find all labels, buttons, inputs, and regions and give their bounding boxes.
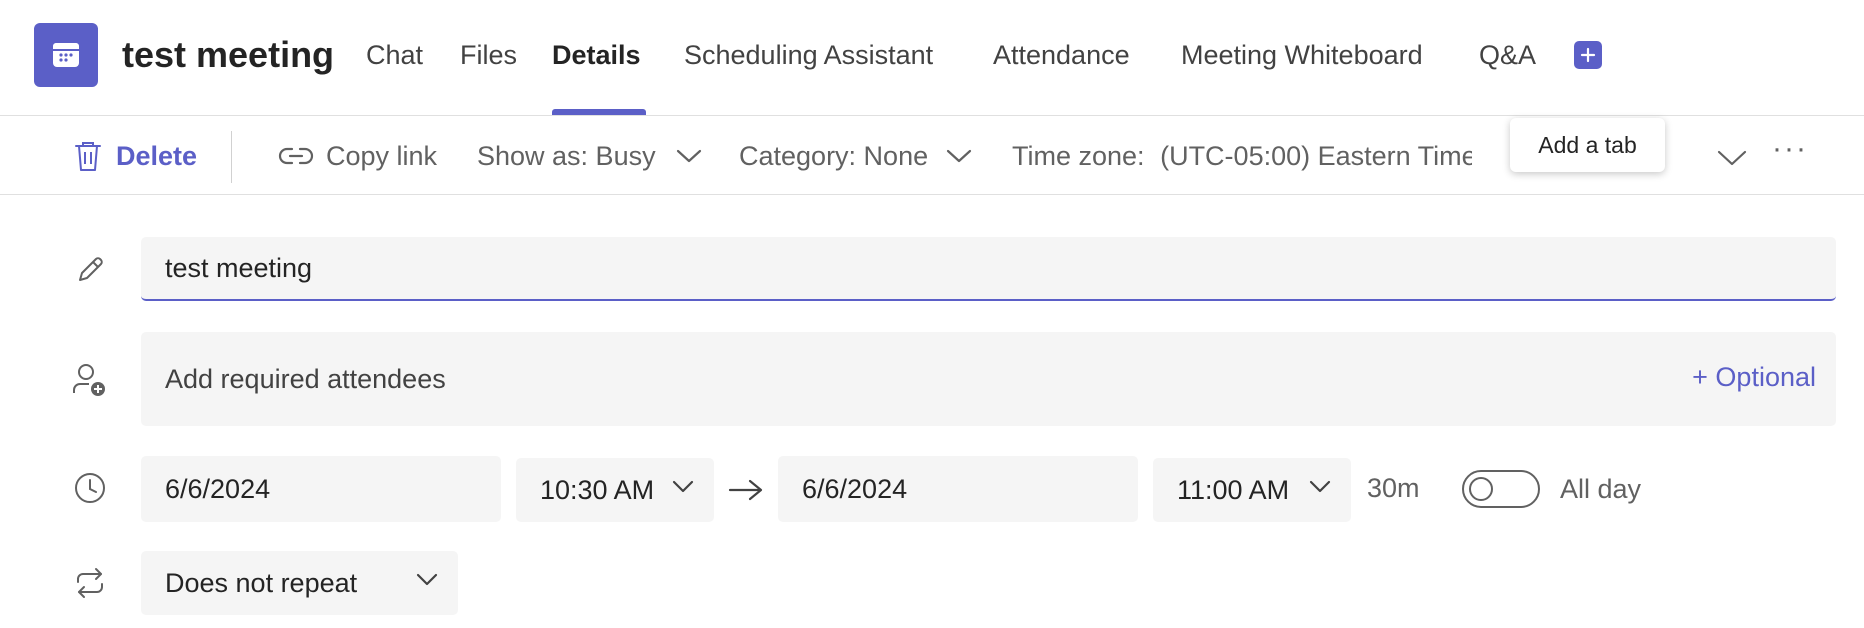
delete-button[interactable]: Delete: [72, 138, 197, 174]
copy-link-label: Copy link: [326, 140, 438, 171]
timezone-label: Time zone:: [1012, 141, 1145, 171]
meeting-title: test meeting: [122, 34, 335, 75]
add-tab-tooltip: Add a tab: [1510, 118, 1665, 172]
toolbar-divider: [231, 131, 232, 183]
start-date-field[interactable]: 6/6/2024: [141, 456, 501, 522]
tab-attendance[interactable]: Attendance: [993, 40, 1130, 71]
all-day-toggle[interactable]: [1462, 470, 1540, 508]
end-date-value: 6/6/2024: [802, 473, 908, 504]
meeting-title-value: test meeting: [165, 252, 313, 283]
repeat-value: Does not repeat: [165, 567, 358, 598]
meeting-header: test meeting Chat Files Details Scheduli…: [0, 0, 1864, 116]
optional-attendees-link[interactable]: + Optional: [1692, 362, 1816, 393]
link-icon: [278, 147, 314, 165]
clock-icon: [70, 468, 110, 508]
end-time-dropdown[interactable]: 11:00 AM: [1153, 458, 1351, 522]
timezone-value: (UTC-05:00) Eastern Time (US & Canada): [1160, 141, 1472, 171]
more-options-button[interactable]: ···: [1772, 131, 1808, 167]
end-time-value: 11:00 AM: [1177, 474, 1290, 505]
end-date-field[interactable]: 6/6/2024: [778, 456, 1138, 522]
tab-chat[interactable]: Chat: [366, 40, 423, 71]
add-tab-button[interactable]: [1574, 41, 1602, 69]
chevron-down-icon: [947, 149, 972, 163]
tab-scheduling-assistant[interactable]: Scheduling Assistant: [684, 40, 933, 71]
pencil-icon: [70, 250, 110, 290]
active-tab-indicator: [552, 109, 646, 115]
tab-meeting-whiteboard[interactable]: Meeting Whiteboard: [1181, 40, 1423, 71]
chevron-down-icon: [1309, 480, 1331, 493]
attendees-input[interactable]: Add required attendees + Optional: [141, 332, 1836, 426]
chevron-down-icon[interactable]: [1717, 149, 1747, 167]
start-time-dropdown[interactable]: 10:30 AM: [516, 458, 714, 522]
tab-files[interactable]: Files: [460, 40, 517, 71]
duration-label: 30m: [1367, 473, 1420, 503]
add-person-icon: [70, 360, 110, 400]
delete-label: Delete: [116, 140, 198, 171]
chevron-down-icon: [672, 480, 694, 493]
repeat-dropdown[interactable]: Does not repeat: [141, 551, 458, 615]
chevron-down-icon: [676, 149, 701, 163]
copy-link-button[interactable]: Copy link: [278, 138, 437, 174]
trash-icon: [75, 142, 101, 171]
show-as-label: Show as: Busy: [477, 140, 656, 171]
show-as-dropdown[interactable]: Show as: Busy: [477, 138, 702, 174]
chevron-down-icon: [416, 573, 438, 586]
repeat-icon: [70, 563, 110, 603]
category-dropdown[interactable]: Category: None: [739, 138, 972, 174]
category-label: Category: None: [739, 140, 929, 171]
meeting-title-field[interactable]: test meeting: [141, 237, 1836, 301]
calendar-icon: [34, 23, 98, 87]
attendees-placeholder: Add required attendees: [165, 363, 446, 394]
timezone-dropdown[interactable]: Time zone: (UTC-05:00) Eastern Time (US …: [1012, 138, 1472, 174]
start-time-value: 10:30 AM: [540, 474, 655, 505]
all-day-label: All day: [1560, 474, 1642, 504]
plus-icon: [1580, 47, 1596, 63]
tab-details[interactable]: Details: [552, 40, 641, 71]
start-date-value: 6/6/2024: [165, 473, 271, 504]
arrow-right-icon: [728, 479, 763, 501]
tab-qa[interactable]: Q&A: [1479, 40, 1536, 71]
toggle-knob: [1469, 477, 1493, 501]
